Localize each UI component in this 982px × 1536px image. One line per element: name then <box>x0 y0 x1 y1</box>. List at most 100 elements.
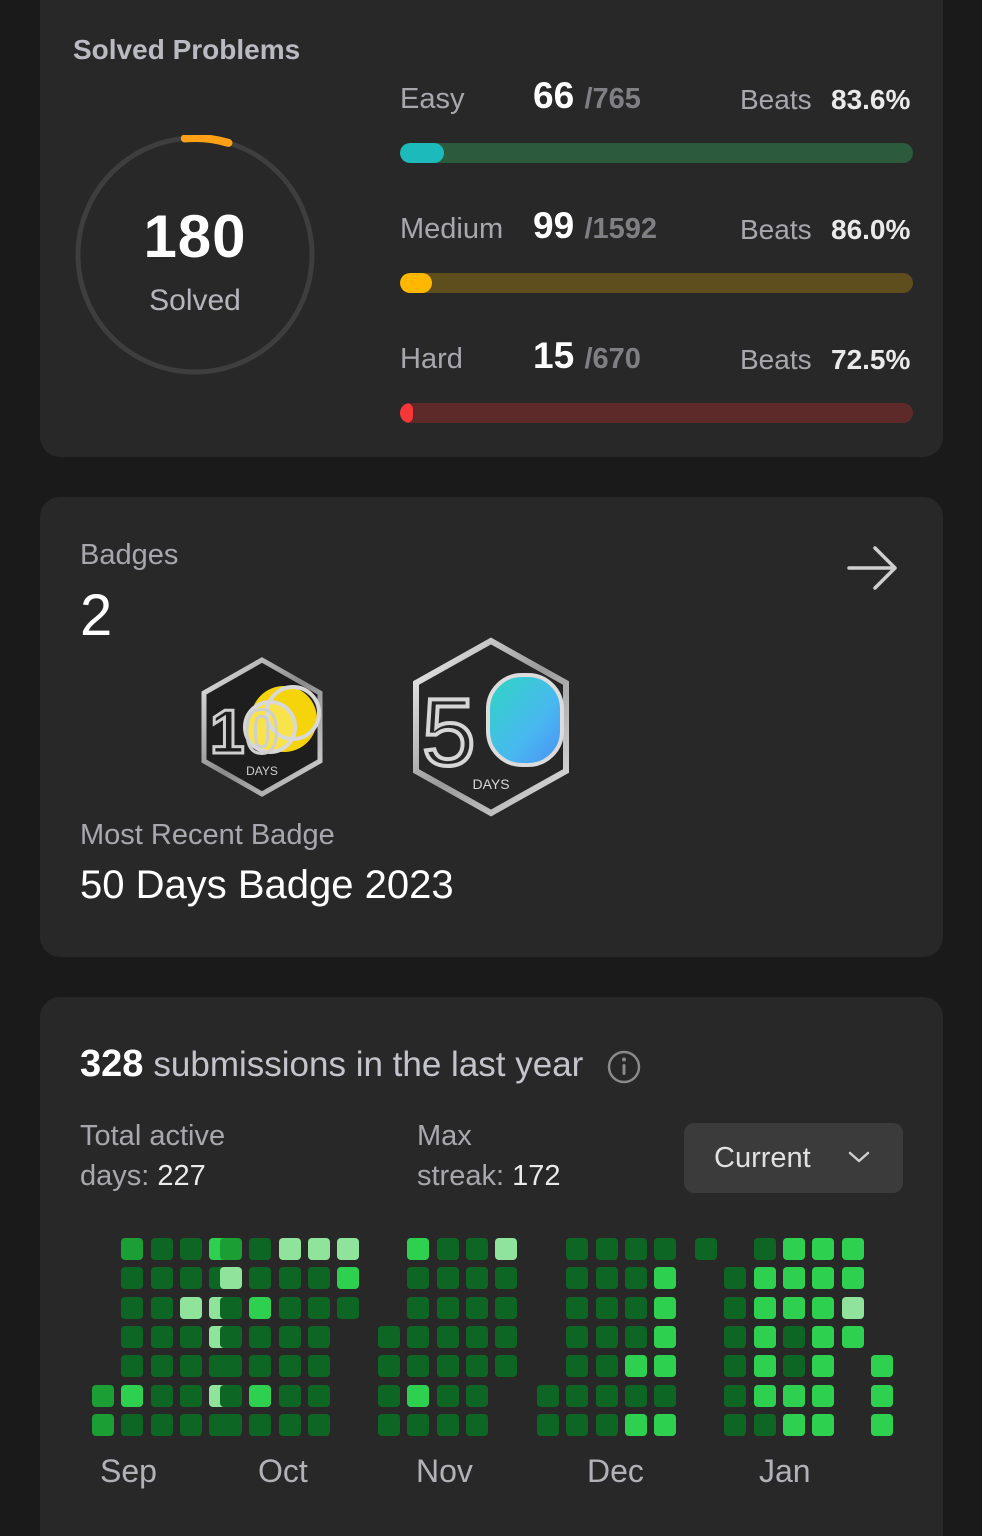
heatmap-cell[interactable] <box>566 1238 589 1260</box>
heatmap-cell[interactable] <box>870 1413 893 1436</box>
heatmap-cell[interactable] <box>566 1267 589 1290</box>
heatmap-cell[interactable] <box>654 1413 677 1436</box>
heatmap-cell[interactable] <box>150 1325 173 1348</box>
heatmap-cell[interactable] <box>841 1325 864 1348</box>
heatmap-cell[interactable] <box>465 1296 488 1319</box>
heatmap-cell[interactable] <box>495 1355 518 1378</box>
heatmap-cell[interactable] <box>695 1238 717 1260</box>
heatmap-cell[interactable] <box>436 1355 459 1378</box>
heatmap-cell[interactable] <box>179 1384 202 1407</box>
heatmap-cell[interactable] <box>179 1296 202 1319</box>
heatmap-cell[interactable] <box>179 1267 202 1290</box>
heatmap-cell[interactable] <box>121 1384 144 1407</box>
heatmap-cell[interactable] <box>812 1355 835 1378</box>
heatmap-cell[interactable] <box>278 1267 301 1290</box>
heatmap-cell[interactable] <box>595 1384 618 1407</box>
heatmap-cell[interactable] <box>724 1267 747 1290</box>
heatmap-cell[interactable] <box>495 1238 518 1260</box>
heatmap-cell[interactable] <box>654 1384 677 1407</box>
100-days-badge-icon[interactable]: 10 DAYS <box>198 657 326 797</box>
heatmap-cell[interactable] <box>753 1325 776 1348</box>
heatmap-cell[interactable] <box>436 1296 459 1319</box>
heatmap-cell[interactable] <box>624 1384 647 1407</box>
heatmap-cell[interactable] <box>595 1325 618 1348</box>
heatmap-cell[interactable] <box>436 1413 459 1436</box>
heatmap-cell[interactable] <box>753 1296 776 1319</box>
heatmap-cell[interactable] <box>150 1413 173 1436</box>
heatmap-cell[interactable] <box>624 1238 647 1260</box>
heatmap-cell[interactable] <box>753 1267 776 1290</box>
heatmap-cell[interactable] <box>495 1296 518 1319</box>
heatmap-cell[interactable] <box>465 1267 488 1290</box>
heatmap-cell[interactable] <box>812 1413 835 1436</box>
heatmap-cell[interactable] <box>595 1296 618 1319</box>
heatmap-cell[interactable] <box>378 1384 400 1407</box>
heatmap-cell[interactable] <box>150 1267 173 1290</box>
heatmap-cell[interactable] <box>465 1384 488 1407</box>
heatmap-cell[interactable] <box>841 1267 864 1290</box>
heatmap-cell[interactable] <box>566 1355 589 1378</box>
badges-card[interactable]: Badges 2 10 DAYS 5 DAYS Most Recent Badg… <box>40 497 943 957</box>
heatmap-cell[interactable] <box>537 1384 559 1407</box>
heatmap-cell[interactable] <box>249 1238 272 1260</box>
heatmap-cell[interactable] <box>307 1296 330 1319</box>
heatmap-cell[interactable] <box>249 1413 272 1436</box>
heatmap-cell[interactable] <box>92 1384 114 1407</box>
heatmap-cell[interactable] <box>436 1384 459 1407</box>
heatmap-cell[interactable] <box>654 1238 677 1260</box>
heatmap-cell[interactable] <box>724 1296 747 1319</box>
heatmap-cell[interactable] <box>812 1296 835 1319</box>
heatmap-cell[interactable] <box>654 1355 677 1378</box>
heatmap-cell[interactable] <box>812 1325 835 1348</box>
heatmap-cell[interactable] <box>782 1413 805 1436</box>
heatmap-cell[interactable] <box>121 1355 144 1378</box>
heatmap-cell[interactable] <box>624 1355 647 1378</box>
heatmap-cell[interactable] <box>407 1384 430 1407</box>
heatmap-cell[interactable] <box>92 1413 114 1436</box>
heatmap-cell[interactable] <box>220 1325 242 1348</box>
heatmap-cell[interactable] <box>249 1384 272 1407</box>
heatmap-cell[interactable] <box>307 1384 330 1407</box>
heatmap-cell[interactable] <box>595 1267 618 1290</box>
heatmap-cell[interactable] <box>782 1325 805 1348</box>
heatmap-cell[interactable] <box>220 1384 242 1407</box>
heatmap-cell[interactable] <box>121 1325 144 1348</box>
heatmap-cell[interactable] <box>278 1384 301 1407</box>
heatmap-cell[interactable] <box>724 1384 747 1407</box>
heatmap-cell[interactable] <box>566 1413 589 1436</box>
heatmap-cell[interactable] <box>179 1238 202 1260</box>
heatmap-cell[interactable] <box>870 1384 893 1407</box>
heatmap-cell[interactable] <box>337 1296 360 1319</box>
heatmap-cell[interactable] <box>307 1325 330 1348</box>
heatmap-cell[interactable] <box>724 1355 747 1378</box>
heatmap-cell[interactable] <box>465 1413 488 1436</box>
heatmap-cell[interactable] <box>150 1238 173 1260</box>
heatmap-cell[interactable] <box>150 1296 173 1319</box>
heatmap-cell[interactable] <box>307 1413 330 1436</box>
heatmap-cell[interactable] <box>654 1267 677 1290</box>
heatmap-cell[interactable] <box>220 1267 242 1290</box>
heatmap-cell[interactable] <box>307 1238 330 1260</box>
heatmap-cell[interactable] <box>782 1267 805 1290</box>
heatmap-cell[interactable] <box>121 1238 144 1260</box>
heatmap-cell[interactable] <box>812 1267 835 1290</box>
heatmap-cell[interactable] <box>753 1238 776 1260</box>
heatmap-cell[interactable] <box>179 1355 202 1378</box>
heatmap-cell[interactable] <box>595 1413 618 1436</box>
heatmap-cell[interactable] <box>378 1413 400 1436</box>
heatmap-cell[interactable] <box>220 1355 242 1378</box>
heatmap-cell[interactable] <box>782 1296 805 1319</box>
heatmap-cell[interactable] <box>278 1238 301 1260</box>
heatmap-cell[interactable] <box>407 1296 430 1319</box>
heatmap-cell[interactable] <box>724 1325 747 1348</box>
heatmap-cell[interactable] <box>378 1355 400 1378</box>
heatmap-cell[interactable] <box>179 1325 202 1348</box>
heatmap-cell[interactable] <box>278 1355 301 1378</box>
heatmap-cell[interactable] <box>407 1355 430 1378</box>
heatmap-cell[interactable] <box>407 1238 430 1260</box>
heatmap-cell[interactable] <box>278 1413 301 1436</box>
heatmap-cell[interactable] <box>753 1355 776 1378</box>
heatmap-cell[interactable] <box>495 1325 518 1348</box>
heatmap-cell[interactable] <box>249 1267 272 1290</box>
heatmap-cell[interactable] <box>465 1355 488 1378</box>
